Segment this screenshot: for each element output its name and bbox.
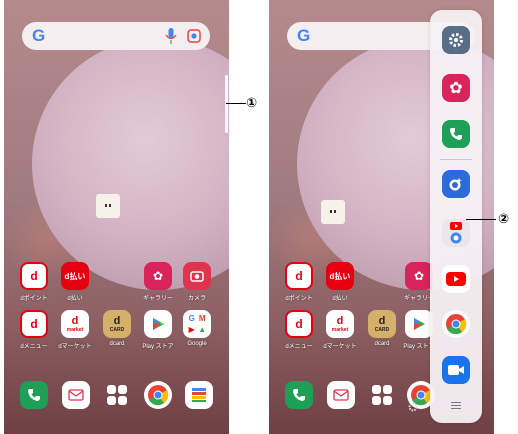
app-dmarket[interactable]: d market dマーケット <box>55 310 95 350</box>
phone-icon[interactable] <box>285 381 313 409</box>
app-dmenu[interactable]: d dメニュー <box>279 310 319 350</box>
edge-settings-icon[interactable] <box>408 402 418 412</box>
youtube-icon[interactable] <box>442 265 470 293</box>
mic-icon[interactable] <box>165 28 177 44</box>
chrome-icon[interactable] <box>144 381 172 409</box>
google-search-bar[interactable]: G <box>22 22 210 50</box>
phone-icon[interactable] <box>20 381 48 409</box>
video-call-icon[interactable] <box>442 356 470 384</box>
camera-icon <box>183 262 211 290</box>
app-dpoint[interactable]: d dポイント <box>14 262 54 302</box>
dpoint-icon: d <box>20 262 48 290</box>
callout-1: ① <box>246 95 258 110</box>
dmenu-icon: d <box>285 310 313 338</box>
app-dpoint[interactable]: d dポイント <box>279 262 319 302</box>
app-playstore[interactable]: Play ストア <box>138 310 178 350</box>
app-label: Google <box>187 341 207 347</box>
callout-line-1 <box>226 103 246 104</box>
app-google-folder[interactable]: G M ▶ ▲ Google <box>177 310 217 347</box>
app-label: dポイント <box>285 296 313 302</box>
google-logo-icon: G <box>32 26 46 45</box>
app-label: d払い <box>332 296 348 302</box>
app-label: dメニュー <box>285 344 313 350</box>
dmarket-icon: d market <box>61 310 89 338</box>
app-gallery[interactable]: ✿ ギャラリー <box>138 262 178 302</box>
galaxy-store-icon[interactable] <box>442 170 470 198</box>
app-label: ギャラリー <box>142 296 173 302</box>
edge-panel-menu-icon[interactable] <box>451 402 461 411</box>
youtube-chrome-pair-icon[interactable] <box>442 219 470 247</box>
dmarket-icon: d market <box>326 310 354 338</box>
app-label: dポイント <box>20 296 48 302</box>
clock-widget[interactable] <box>96 194 120 218</box>
dharai-icon: d払い <box>61 262 89 290</box>
app-dharai[interactable]: d払い d払い <box>55 262 95 302</box>
message-icon[interactable] <box>62 381 90 409</box>
app-dmarket[interactable]: d market dマーケット <box>320 310 360 350</box>
dpoint-icon: d <box>285 262 313 290</box>
dcard-icon: d CARD <box>103 310 131 338</box>
edge-divider <box>440 159 472 160</box>
calendar-icon[interactable] <box>185 381 213 409</box>
app-dcard[interactable]: d CARD dcard <box>362 310 402 347</box>
apps-grid-icon[interactable] <box>103 381 131 409</box>
app-label: dマーケット <box>58 344 92 350</box>
gallery-icon[interactable]: ✿ <box>442 74 470 102</box>
app-label: Play ストア <box>142 344 174 350</box>
gallery-flower-icon: ✿ <box>144 262 172 290</box>
play-store-icon <box>405 310 433 338</box>
callout-line-2 <box>466 219 496 220</box>
app-label: dcard <box>109 341 125 347</box>
app-label: dマーケット <box>323 344 357 350</box>
wallpaper-moon <box>32 38 229 290</box>
apps-grid-icon[interactable] <box>368 381 396 409</box>
home-screen-left: G d dポイント d払い d払い ✿ ギャラリー カメラ d dメニュー d … <box>4 0 229 434</box>
dharai-icon: d払い <box>326 262 354 290</box>
phone-icon[interactable] <box>442 120 470 148</box>
google-folder-icon: G M ▶ ▲ <box>183 310 211 338</box>
settings-icon[interactable] <box>442 26 470 54</box>
app-dharai[interactable]: d払い d払い <box>320 262 360 302</box>
google-lens-icon[interactable] <box>187 29 201 43</box>
edge-panel-handle[interactable] <box>225 75 228 133</box>
app-dcard[interactable]: d CARD dcard <box>97 310 137 347</box>
chrome-icon[interactable] <box>442 310 470 338</box>
gallery-flower-icon: ✿ <box>405 262 433 290</box>
dmenu-icon: d <box>20 310 48 338</box>
app-label: d払い <box>67 296 83 302</box>
app-label: カメラ <box>187 296 206 302</box>
app-label: dメニュー <box>20 344 48 350</box>
clock-widget[interactable] <box>321 200 345 224</box>
play-store-icon <box>144 310 172 338</box>
edge-panel: ✿ <box>430 10 482 423</box>
app-label: dcard <box>374 341 390 347</box>
message-icon[interactable] <box>327 381 355 409</box>
callout-2: ② <box>498 211 510 226</box>
google-logo-icon: G <box>297 26 311 45</box>
dcard-icon: d CARD <box>368 310 396 338</box>
app-dmenu[interactable]: d dメニュー <box>14 310 54 350</box>
app-camera[interactable]: カメラ <box>177 262 217 302</box>
